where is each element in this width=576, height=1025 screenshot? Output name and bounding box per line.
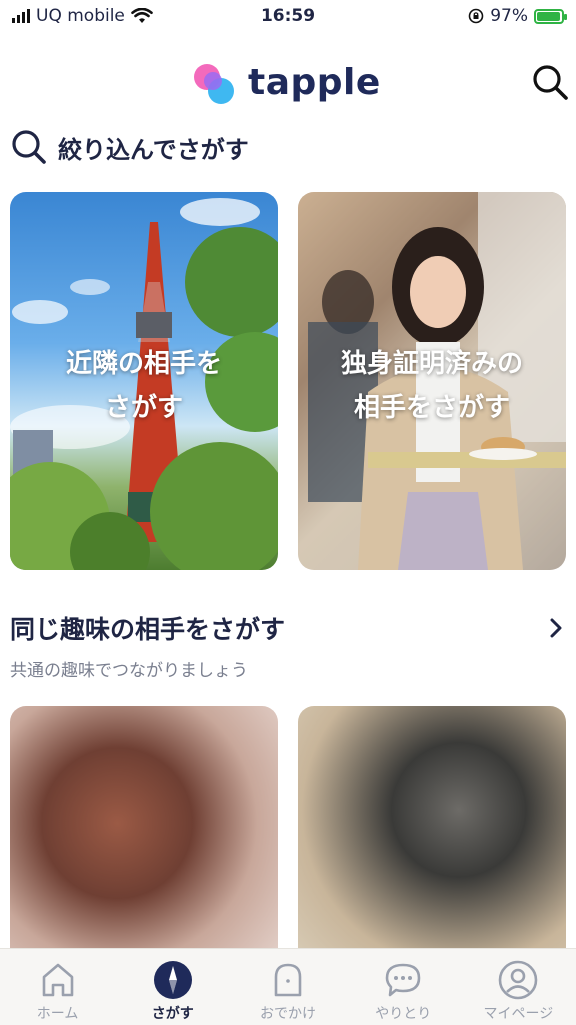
hobby-card[interactable]	[10, 706, 278, 966]
logo-mark-icon	[194, 60, 238, 104]
tab-messages[interactable]: やりとり	[346, 949, 461, 1025]
nearby-card-text-line1: 近隣の相手を	[65, 349, 222, 379]
bottom-tab-bar: ホーム さがす おでかけ やりとり マイページ	[0, 948, 576, 1025]
search-icon	[12, 130, 46, 164]
user-icon	[499, 960, 538, 1000]
chat-bubble-icon	[385, 963, 421, 997]
verified-card-text-line2: 相手をさがす	[353, 393, 510, 423]
tab-home[interactable]: ホーム	[0, 949, 115, 1025]
ghost-icon	[274, 963, 302, 997]
tab-search[interactable]: さがす	[115, 949, 230, 1025]
tab-outing[interactable]: おでかけ	[230, 949, 345, 1025]
status-right: 97%	[468, 6, 567, 26]
battery-icon	[534, 8, 567, 24]
nearby-card-text-line2: さがす	[104, 393, 183, 423]
filter-search-link[interactable]: 絞り込んでさがす	[10, 128, 249, 166]
nearby-search-card[interactable]: 近隣の相手を さがす	[10, 192, 278, 570]
filter-search-label: 絞り込んでさがす	[58, 135, 249, 164]
tab-home-label: ホーム	[36, 1006, 79, 1022]
app-name: tapple	[248, 61, 381, 103]
verified-card-text-line1: 独身証明済みの	[340, 349, 523, 379]
chevron-right-icon[interactable]	[546, 616, 566, 640]
battery-percent: 97%	[490, 6, 528, 26]
tab-mypage-label: マイページ	[483, 1006, 554, 1022]
tab-outing-label: おでかけ	[260, 1006, 316, 1022]
hobby-section-subtitle: 共通の趣味でつながりましょう	[10, 661, 248, 681]
rotation-lock-icon	[468, 8, 484, 24]
hobby-card[interactable]	[298, 706, 566, 966]
tab-mypage[interactable]: マイページ	[461, 949, 576, 1025]
tab-search-label: さがす	[151, 1006, 194, 1022]
verified-single-search-card[interactable]: 独身証明済みの 相手をさがす	[298, 192, 566, 570]
home-icon	[42, 963, 73, 997]
hobby-section-title[interactable]: 同じ趣味の相手をさがす	[10, 610, 285, 646]
status-bar: UQ mobile 16:59 97%	[0, 0, 576, 34]
app-logo: tapple	[194, 60, 381, 104]
compass-icon	[153, 961, 192, 999]
battery-fill	[537, 11, 561, 21]
app-header: tapple	[0, 54, 576, 114]
search-icon[interactable]	[530, 62, 570, 102]
tab-messages-label: やりとり	[375, 1006, 432, 1022]
